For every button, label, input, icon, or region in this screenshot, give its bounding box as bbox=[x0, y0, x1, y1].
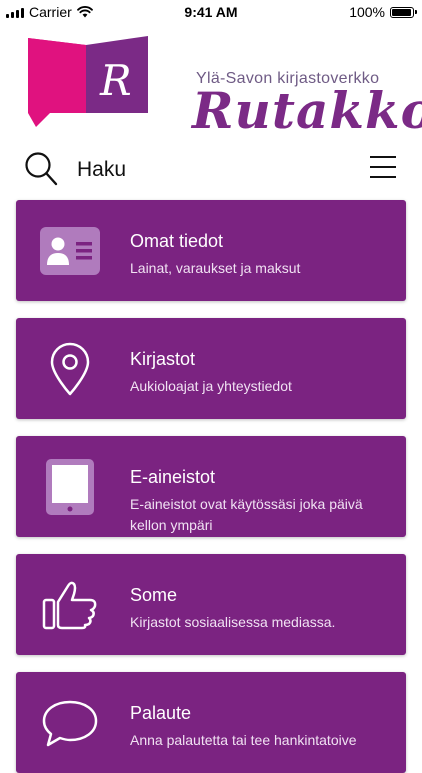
logo-name: Rutakko bbox=[192, 81, 422, 140]
id-card-icon bbox=[38, 222, 102, 280]
battery-icon bbox=[390, 6, 417, 18]
search-label[interactable]: Haku bbox=[77, 158, 126, 182]
menu-item-palaute[interactable]: Palaute Anna palautetta tai tee hankinta… bbox=[16, 672, 406, 773]
logo-letter: R bbox=[99, 56, 132, 105]
location-pin-icon bbox=[38, 340, 102, 398]
menu-item-kirjastot[interactable]: Kirjastot Aukioloajat ja yhteystiedot bbox=[16, 318, 406, 419]
thumbs-up-icon bbox=[38, 576, 102, 634]
search-bar[interactable]: Haku bbox=[0, 146, 422, 192]
hamburger-menu-icon[interactable] bbox=[369, 155, 397, 179]
battery-percent: 100% bbox=[349, 4, 385, 20]
search-icon[interactable] bbox=[24, 151, 58, 187]
battery-fill bbox=[392, 8, 411, 16]
book-logo-icon: R bbox=[28, 36, 148, 127]
menu-item-e-aineistot[interactable]: E-aineistot E-aineistot ovat käytössäsi … bbox=[16, 436, 406, 537]
menu-item-title: E-aineistot bbox=[130, 467, 216, 487]
menu-item-omat-tiedot[interactable]: Omat tiedot Lainat, varaukset ja maksut bbox=[16, 200, 406, 301]
menu-item-subtitle: E-aineistot ovat käytössäsi joka päivä k… bbox=[130, 496, 363, 533]
menu-item-some[interactable]: Some Kirjastot sosiaalisessa mediassa. bbox=[16, 554, 406, 655]
status-bar: Carrier 9:41 AM 100% bbox=[0, 0, 422, 24]
menu-item-subtitle: Anna palautetta tai tee hankintatoive bbox=[130, 732, 357, 748]
menu-item-subtitle: Kirjastot sosiaalisessa mediassa. bbox=[130, 614, 336, 630]
menu-item-title: Kirjastot bbox=[130, 349, 196, 369]
speech-bubble-icon bbox=[38, 694, 102, 752]
rutakko-logo: R Ylä-Savon kirjastoverkko Rutakko bbox=[28, 33, 422, 140]
status-right: 100% bbox=[349, 4, 417, 20]
menu-item-subtitle: Aukioloajat ja yhteystiedot bbox=[130, 378, 292, 394]
menu-item-subtitle: Lainat, varaukset ja maksut bbox=[130, 260, 301, 276]
menu-item-title: Omat tiedot bbox=[130, 231, 224, 251]
menu-item-title: Some bbox=[130, 585, 178, 605]
tablet-icon bbox=[38, 458, 102, 516]
menu-item-title: Palaute bbox=[130, 703, 192, 723]
